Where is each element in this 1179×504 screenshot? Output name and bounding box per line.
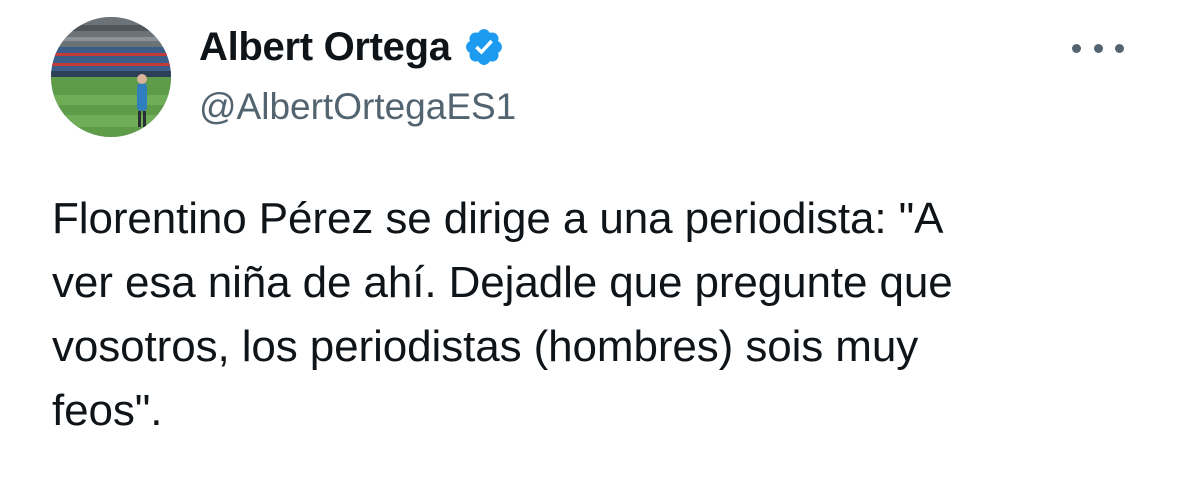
user-handle[interactable]: @AlbertOrtegaES1 bbox=[199, 86, 516, 128]
dot-icon bbox=[1072, 43, 1081, 53]
more-options-icon[interactable] bbox=[1072, 36, 1124, 60]
avatar-image bbox=[51, 17, 171, 137]
tweet-card: Albert Ortega @AlbertOrtegaES1 Florentin… bbox=[0, 0, 1179, 504]
avatar[interactable] bbox=[51, 17, 171, 137]
dot-icon bbox=[1115, 43, 1124, 53]
dot-icon bbox=[1093, 43, 1103, 53]
display-name[interactable]: Albert Ortega bbox=[199, 25, 451, 70]
verified-badge-icon[interactable] bbox=[463, 26, 505, 68]
tweet-text: Florentino Pérez se dirige a una periodi… bbox=[52, 194, 953, 435]
author-name-row: Albert Ortega bbox=[199, 22, 505, 72]
